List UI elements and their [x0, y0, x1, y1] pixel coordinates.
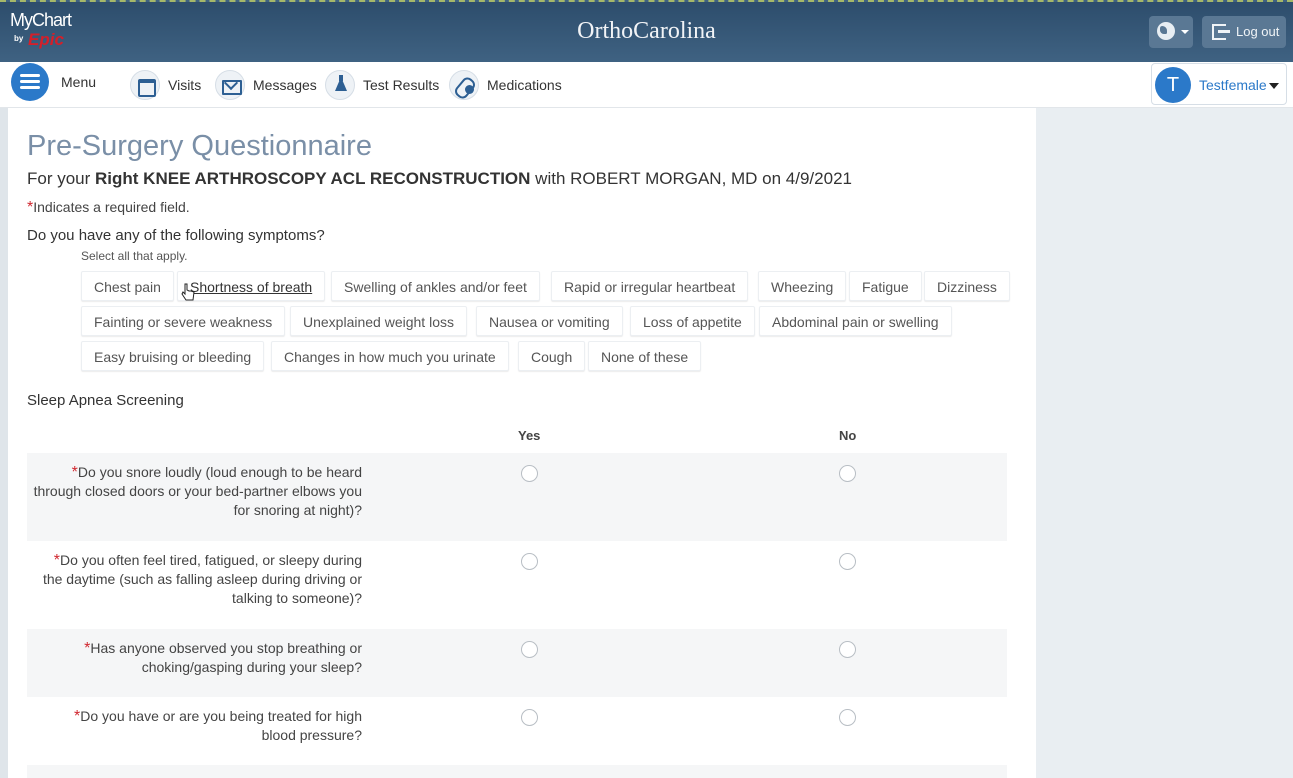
envelope-icon	[215, 70, 245, 100]
symptom-chip[interactable]: Changes in how much you urinate	[271, 341, 509, 371]
radio-no[interactable]	[839, 641, 856, 658]
sleep-apnea-heading: Sleep Apnea Screening	[27, 392, 184, 409]
required-field-note: *Indicates a required field.	[27, 199, 190, 217]
main-nav: Menu Visits Messages Test Results Medica…	[0, 62, 1035, 108]
subtitle-prefix: For your	[27, 169, 96, 188]
question-text: *Do you often feel tired, fatigued, or s…	[32, 551, 362, 608]
brand-name: OrthoCarolina	[577, 18, 716, 44]
symptom-chip[interactable]: Unexplained weight loss	[290, 306, 467, 336]
menu-label: Menu	[61, 74, 97, 90]
symptom-chip[interactable]: Fatigue	[849, 271, 922, 301]
radio-no[interactable]	[839, 553, 856, 570]
symptom-chip[interactable]: Cough	[518, 341, 586, 371]
symptom-chip[interactable]: Easy bruising or bleeding	[81, 341, 265, 371]
right-panel	[1036, 108, 1293, 778]
nav-item-test-results[interactable]: Test Results	[325, 69, 439, 101]
subtitle-suffix: with ROBERT MORGAN, MD on 4/9/2021	[530, 169, 852, 188]
top-header: MyChart by Epic OrthoCarolina Log out	[0, 0, 1293, 62]
symptom-chip[interactable]: Abdominal pain or swelling	[759, 306, 952, 336]
chevron-down-icon	[1181, 30, 1189, 34]
nav-label: Messages	[253, 77, 317, 93]
radio-yes[interactable]	[521, 553, 538, 570]
column-yes: Yes	[518, 428, 541, 443]
symptom-chip[interactable]: Loss of appetite	[630, 306, 755, 336]
radio-yes[interactable]	[521, 465, 538, 482]
question-text: *Has anyone observed you stop breathing …	[62, 639, 362, 677]
nav-label: Medications	[487, 77, 562, 93]
question-label: Do you snore loudly (loud enough to be h…	[33, 464, 362, 518]
radio-no[interactable]	[839, 465, 856, 482]
chevron-down-icon	[1269, 83, 1279, 89]
user-account-button[interactable]: T Testfemale	[1151, 63, 1287, 105]
nav-item-visits[interactable]: Visits	[130, 69, 201, 101]
nav-label: Test Results	[363, 77, 440, 93]
radio-yes[interactable]	[521, 709, 538, 726]
column-no: No	[839, 428, 857, 443]
calendar-icon	[130, 70, 160, 100]
logout-icon	[1212, 24, 1230, 40]
select-all-note: Select all that apply.	[81, 249, 188, 263]
question-label: Do you often feel tired, fatigued, or sl…	[42, 552, 362, 606]
symptom-chip[interactable]: Dizziness	[924, 271, 1010, 301]
question-row-partial	[27, 765, 1007, 778]
flask-icon	[325, 70, 355, 100]
symptom-chip[interactable]: Fainting or severe weakness	[81, 306, 286, 336]
question-text: *Do you snore loudly (loud enough to be …	[32, 463, 362, 520]
symptom-chip[interactable]: Chest pain	[81, 271, 174, 301]
symptom-chip[interactable]: Shortness of breath	[177, 271, 326, 301]
radio-yes[interactable]	[521, 641, 538, 658]
logout-label: Log out	[1236, 24, 1280, 39]
symptom-chip[interactable]: Nausea or vomiting	[476, 306, 623, 336]
page-subtitle: For your Right KNEE ARTHROSCOPY ACL RECO…	[27, 169, 852, 189]
globe-icon	[1157, 22, 1175, 40]
user-name: Testfemale	[1199, 77, 1267, 93]
question-row: *Do you often feel tired, fatigued, or s…	[27, 541, 1007, 629]
question-text: *Do you have or are you being treated fo…	[52, 707, 362, 745]
nav-label: Visits	[168, 77, 202, 93]
hand-cursor-icon	[181, 283, 195, 301]
language-button[interactable]	[1149, 16, 1193, 48]
hamburger-icon	[11, 63, 49, 101]
left-gutter	[0, 108, 8, 778]
symptom-chip[interactable]: None of these	[588, 341, 702, 371]
page-title: Pre-Surgery Questionnaire	[27, 130, 372, 162]
symptom-chip[interactable]: Wheezing	[758, 271, 847, 301]
required-note-text: Indicates a required field.	[33, 199, 190, 215]
avatar: T	[1155, 67, 1191, 103]
logout-button[interactable]: Log out	[1202, 16, 1286, 48]
symptom-chip[interactable]: Swelling of ankles and/or feet	[331, 271, 540, 301]
symptom-question: Do you have any of the following symptom…	[27, 227, 325, 244]
radio-no[interactable]	[839, 709, 856, 726]
question-label: Do you have or are you being treated for…	[80, 708, 362, 743]
nav-item-medications[interactable]: Medications	[449, 69, 562, 101]
question-row: *Do you snore loudly (loud enough to be …	[27, 453, 1007, 541]
menu-button[interactable]: Menu	[11, 63, 97, 101]
question-row: *Do you have or are you being treated fo…	[27, 697, 1007, 765]
subtitle-procedure: Right KNEE ARTHROSCOPY ACL RECONSTRUCTIO…	[95, 169, 531, 188]
question-row: *Has anyone observed you stop breathing …	[27, 629, 1007, 697]
pill-icon	[449, 70, 479, 100]
nav-item-messages[interactable]: Messages	[215, 69, 317, 101]
symptom-chip[interactable]: Rapid or irregular heartbeat	[551, 271, 749, 301]
question-label: Has anyone observed you stop breathing o…	[90, 640, 362, 675]
